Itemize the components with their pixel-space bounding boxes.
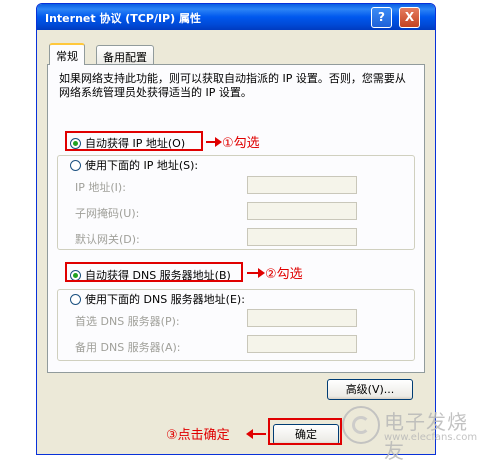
- default-gateway-label: 默认网关(D):: [75, 233, 140, 246]
- tcpip-properties-window: Internet 协议 (TCP/IP) 属性 ? X 常规 备用配置 如果网络…: [36, 3, 436, 455]
- help-button[interactable]: ?: [371, 7, 392, 28]
- step1-annotation: ①勾选: [222, 136, 260, 151]
- step1-highlight-box: [65, 131, 203, 151]
- close-button[interactable]: X: [399, 7, 420, 28]
- preferred-dns-label: 首选 DNS 服务器(P):: [75, 315, 180, 328]
- default-gateway-input[interactable]: [247, 228, 357, 246]
- title-bar[interactable]: Internet 协议 (TCP/IP) 属性 ? X: [37, 4, 435, 30]
- step3-arrow: [246, 429, 266, 439]
- step2-arrow: [247, 268, 265, 278]
- tab-general[interactable]: 常规: [49, 43, 85, 65]
- radio-unchecked-icon: [70, 294, 81, 305]
- manual-ip-label: 使用下面的 IP 地址(S):: [85, 159, 199, 172]
- ip-address-input[interactable]: [247, 176, 357, 194]
- watermark: 电子发烧友 www.elecfans.com: [342, 404, 487, 463]
- radio-unchecked-icon: [70, 160, 81, 171]
- description-text: 如果网络支持此功能，则可以获取自动指派的 IP 设置。否则，您需要从网络系统管理…: [59, 72, 406, 99]
- step3-annotation: ③点击确定: [166, 428, 230, 443]
- tab-alternate-config[interactable]: 备用配置: [96, 45, 154, 65]
- advanced-button[interactable]: 高级(V)...: [327, 379, 413, 400]
- manual-ip-radio[interactable]: 使用下面的 IP 地址(S):: [70, 157, 202, 173]
- window-title: Internet 协议 (TCP/IP) 属性: [45, 12, 201, 25]
- step1-arrow: [206, 137, 222, 147]
- watermark-en: www.elecfans.com: [384, 432, 478, 443]
- preferred-dns-input[interactable]: [247, 309, 357, 327]
- alternate-dns-label: 备用 DNS 服务器(A):: [75, 341, 181, 354]
- manual-dns-radio[interactable]: 使用下面的 DNS 服务器地址(E):: [70, 291, 248, 307]
- step2-annotation: ②勾选: [265, 267, 303, 282]
- step3-highlight-box: [268, 418, 342, 445]
- subnet-mask-label: 子网掩码(U):: [75, 207, 140, 220]
- elecfans-logo-icon: [342, 406, 380, 444]
- subnet-mask-input[interactable]: [247, 202, 357, 220]
- manual-dns-label: 使用下面的 DNS 服务器地址(E):: [85, 293, 245, 306]
- alternate-dns-input[interactable]: [247, 335, 357, 353]
- ip-address-label: IP 地址(I):: [75, 181, 126, 194]
- step2-highlight-box: [65, 262, 243, 282]
